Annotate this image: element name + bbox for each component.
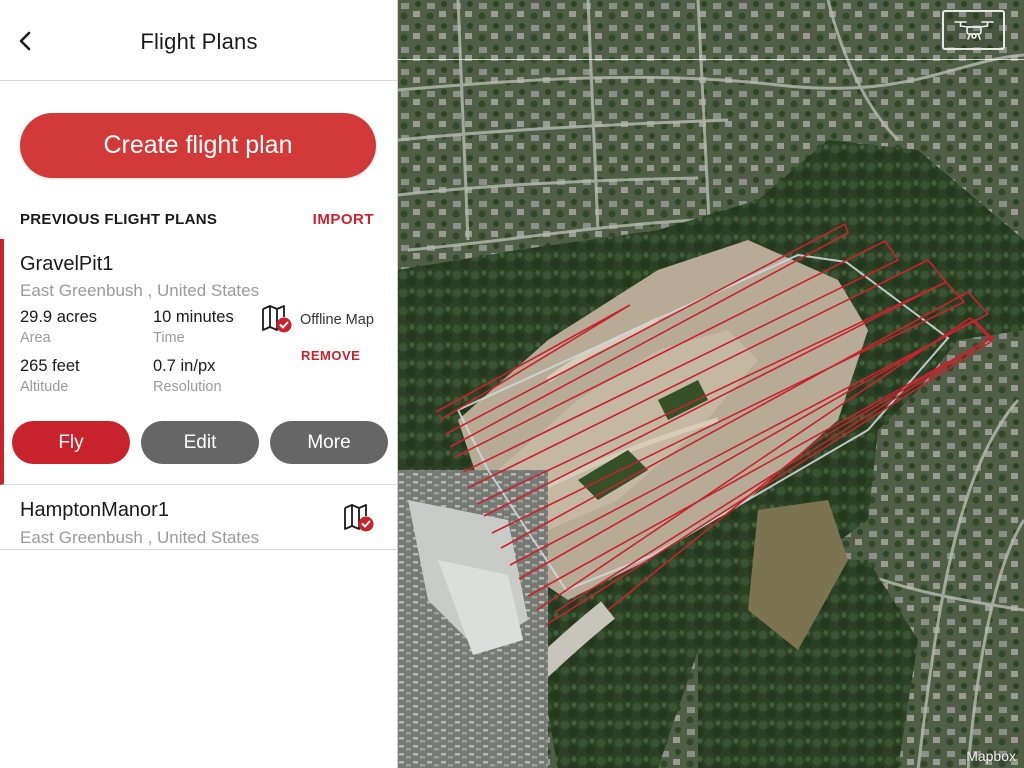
area-label: Area [20,330,51,346]
plan-location: East Greenbush , United States [20,281,260,300]
resolution-label: Resolution [153,379,222,395]
fly-button[interactable]: Fly [12,421,130,464]
offline-map-label: Offline Map [300,312,374,328]
create-flight-plan-button[interactable]: Create flight plan [20,113,376,178]
altitude-label: Altitude [20,379,69,395]
altitude-stat: 265 feet Altitude [20,357,80,395]
flight-plans-panel: Flight Plans Create flight plan PREVIOUS… [0,0,398,768]
app-root: Flight Plans Create flight plan PREVIOUS… [0,0,1024,768]
area-stat: 29.9 acres Area [20,308,97,346]
drone-button[interactable] [942,10,1005,50]
time-label: Time [153,330,185,346]
map-imagery [398,0,1024,768]
map-divider-line [398,59,1024,60]
offline-map-check-icon[interactable] [261,304,293,334]
resolution-stat: 0.7 in/px Resolution [153,357,222,395]
map-attribution[interactable]: Mapbox [966,748,1016,764]
altitude-value: 265 feet [20,357,80,375]
remove-offline-map-button[interactable]: REMOVE [301,348,360,363]
previous-flight-plans-heading: PREVIOUS FLIGHT PLANS [20,211,218,228]
plan-location: East Greenbush , United States [20,528,260,547]
resolution-value: 0.7 in/px [153,357,216,375]
time-stat: 10 minutes Time [153,308,234,346]
edit-button[interactable]: Edit [141,421,259,464]
plan-name: GravelPit1 [20,253,114,275]
plan-name: HamptonManor1 [20,499,169,521]
selected-flight-plan-card[interactable]: GravelPit1 East Greenbush , United State… [0,239,398,485]
page-title: Flight Plans [140,29,258,54]
satellite-map[interactable]: Mapbox [398,0,1024,768]
time-value: 10 minutes [153,308,234,326]
panel-header: Flight Plans [0,0,398,81]
area-value: 29.9 acres [20,308,98,326]
more-button[interactable]: More [270,421,388,464]
flight-plan-list-item[interactable]: HamptonManor1 East Greenbush , United St… [0,486,398,550]
import-button[interactable]: IMPORT [313,211,374,228]
drone-icon [953,21,994,40]
offline-map-check-icon [344,504,374,532]
